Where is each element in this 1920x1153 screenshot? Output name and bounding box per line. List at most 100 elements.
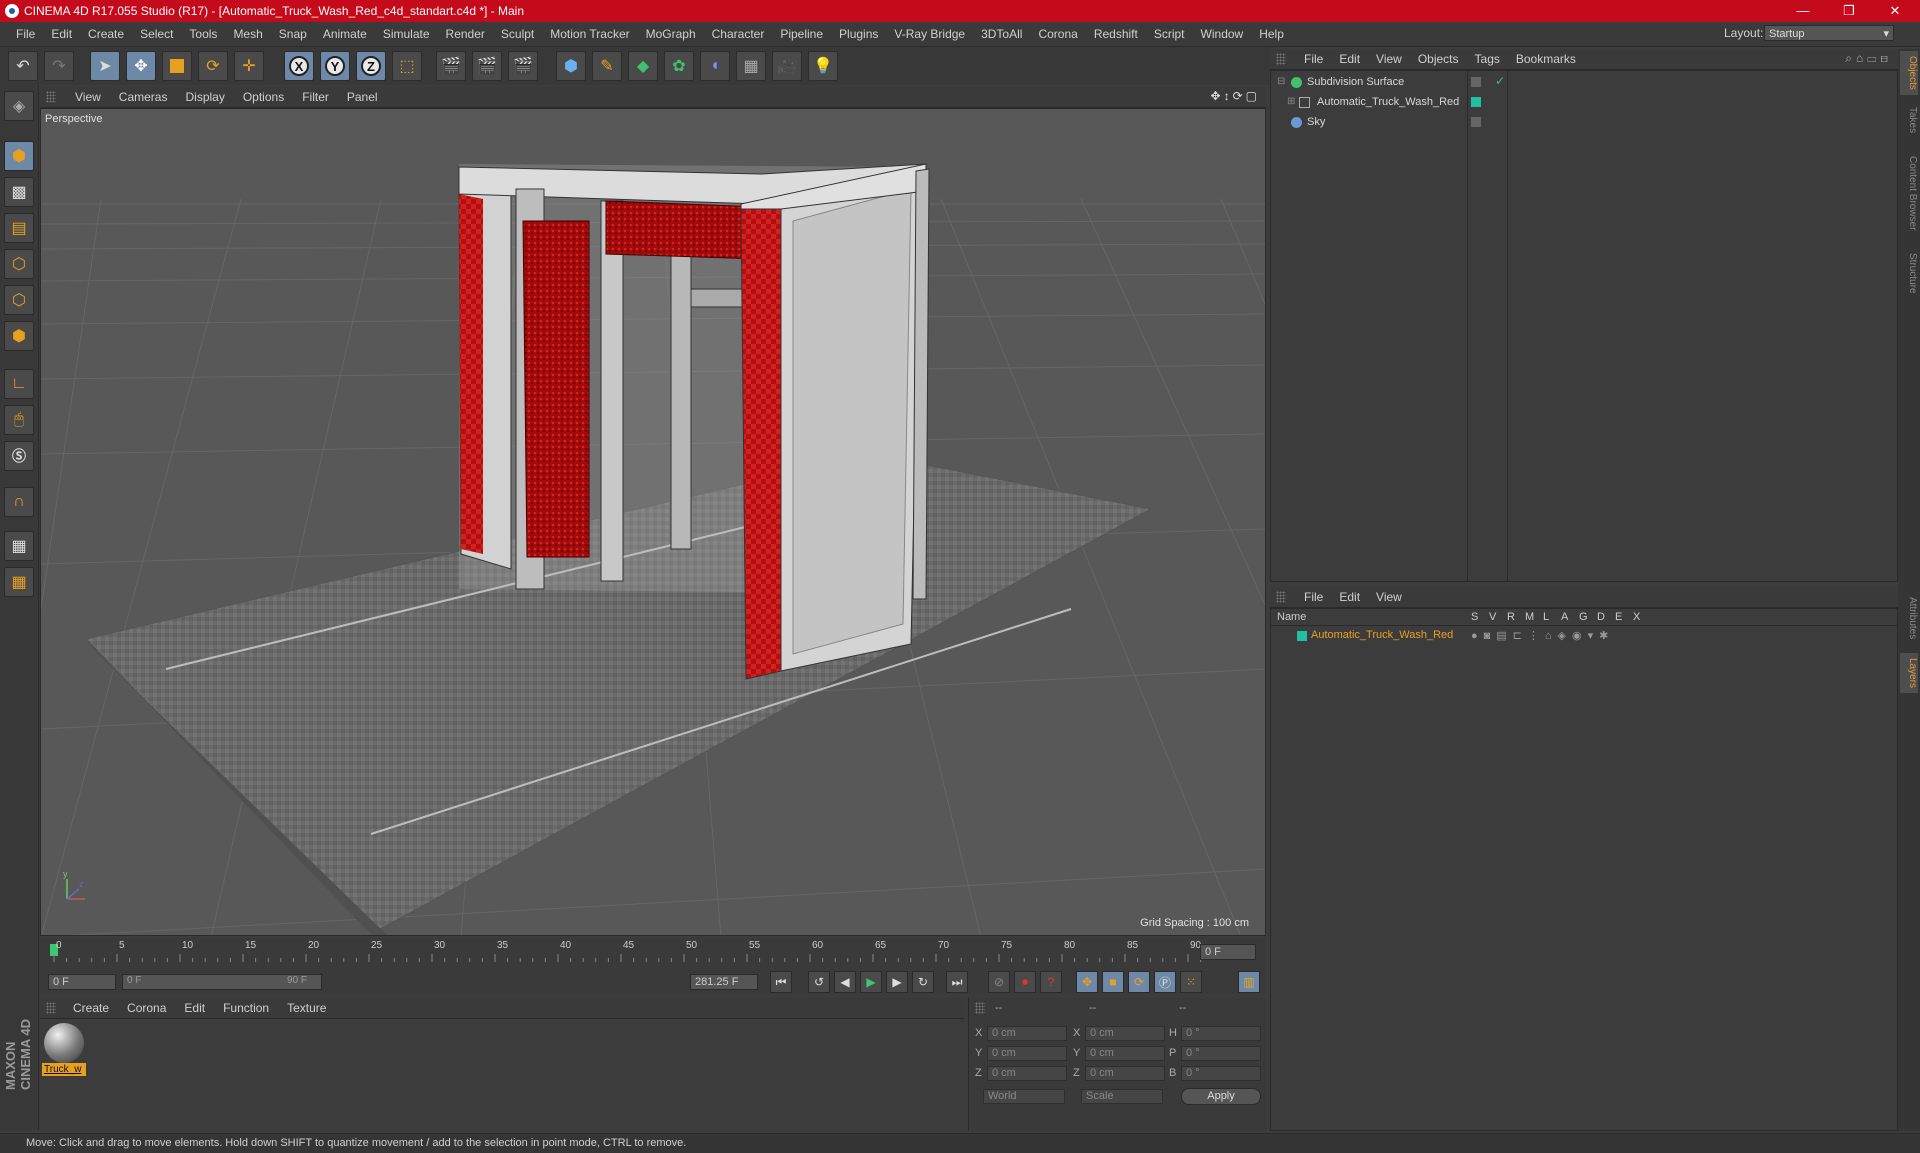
tab-takes[interactable]: Takes <box>1900 103 1918 137</box>
previous-key-icon[interactable]: ↺ <box>808 971 830 993</box>
layer-name[interactable]: Automatic_Truck_Wash_Red <box>1311 629 1453 641</box>
viewport-navigation-icons[interactable]: ✥↕⟳▢ <box>1211 89 1260 103</box>
menu-motion-tracker[interactable]: Motion Tracker <box>542 27 637 41</box>
key-scale-icon[interactable]: ■ <box>1102 971 1124 993</box>
lm-menu-edit[interactable]: Edit <box>1331 590 1368 604</box>
position-z-field[interactable]: 0 cm <box>987 1066 1067 1081</box>
record-keys-icon[interactable]: ⊘ <box>988 971 1010 993</box>
viewport-menu-view[interactable]: View <box>66 90 110 104</box>
previous-frame-icon[interactable]: ◀ <box>834 971 856 993</box>
size-x-field[interactable]: 0 cm <box>1085 1026 1165 1041</box>
panel-grip-icon[interactable] <box>46 91 56 103</box>
menu-help[interactable]: Help <box>1251 27 1292 41</box>
om-menu-view[interactable]: View <box>1368 52 1410 66</box>
autokey-icon[interactable]: ⏺ <box>1014 971 1036 993</box>
viewport-menu-options[interactable]: Options <box>234 90 293 104</box>
size-mode-dropdown[interactable]: Scale <box>1081 1089 1163 1104</box>
coordinate-system-icon[interactable]: ⬚ <box>392 51 422 81</box>
3d-viewport[interactable]: y z Perspective Grid Spacing : 100 cm <box>40 108 1266 936</box>
timeline-ruler[interactable]: 0 5 10 15 20 25 30 35 40 45 50 55 60 65 70 75 80 85 90 0 F <box>40 938 1266 970</box>
menu-tools[interactable]: Tools <box>181 27 225 41</box>
menu-window[interactable]: Window <box>1193 27 1252 41</box>
minimize-button[interactable]: — <box>1780 0 1826 22</box>
apply-button[interactable]: Apply <box>1181 1088 1261 1105</box>
material-menu-texture[interactable]: Texture <box>278 1001 335 1015</box>
menu-redshift[interactable]: Redshift <box>1086 27 1146 41</box>
size-y-field[interactable]: 0 cm <box>1085 1046 1165 1061</box>
layer-color-icon[interactable] <box>1471 97 1481 107</box>
viewport-menu-filter[interactable]: Filter <box>293 90 338 104</box>
keyframe-selection-icon[interactable]: ? <box>1040 971 1062 993</box>
viewport-menu-display[interactable]: Display <box>176 90 233 104</box>
menu-plugins[interactable]: Plugins <box>831 27 886 41</box>
rotation-h-field[interactable]: 0 ° <box>1181 1026 1261 1041</box>
material-menu-function[interactable]: Function <box>214 1001 278 1015</box>
menu-create[interactable]: Create <box>80 27 132 41</box>
deformer-icon[interactable]: ◖ <box>700 51 730 81</box>
key-pla-icon[interactable]: ⁙ <box>1180 971 1202 993</box>
render-picture-viewer-icon[interactable]: 🎬 <box>472 51 502 81</box>
layer-slot-icon[interactable] <box>1471 77 1481 87</box>
menu-simulate[interactable]: Simulate <box>375 27 438 41</box>
redo-icon[interactable]: ↷ <box>44 51 74 81</box>
expand-icon[interactable]: ⊞ <box>1287 96 1295 107</box>
y-axis-lock[interactable]: Y <box>320 51 350 81</box>
position-y-field[interactable]: 0 cm <box>987 1046 1067 1061</box>
menu-vray-bridge[interactable]: V-Ray Bridge <box>886 27 973 41</box>
rotation-p-field[interactable]: 0 ° <box>1181 1046 1261 1061</box>
om-menu-objects[interactable]: Objects <box>1410 52 1467 66</box>
camera-icon[interactable]: 🎥 <box>772 51 802 81</box>
layer-toggle-icons[interactable]: ●◙▤⊏⋮⌂◈◉▾✱ <box>1471 629 1614 642</box>
next-key-icon[interactable]: ↻ <box>912 971 934 993</box>
floor-scene-icon[interactable]: ▦ <box>736 51 766 81</box>
tab-content-browser[interactable]: Content Browser <box>1900 145 1918 241</box>
snapping-icon[interactable]: ∩ <box>4 487 34 517</box>
scale-tool-icon[interactable] <box>162 51 192 81</box>
material-menu-edit[interactable]: Edit <box>175 1001 214 1015</box>
maximize-button[interactable]: ❐ <box>1826 0 1872 22</box>
axis-mode-icon[interactable]: ∟ <box>4 369 34 399</box>
render-view-icon[interactable]: 🎬 <box>436 51 466 81</box>
om-menu-bookmarks[interactable]: Bookmarks <box>1508 52 1584 66</box>
position-x-field[interactable]: 0 cm <box>987 1026 1067 1041</box>
enabled-check-icon[interactable]: ✓ <box>1495 74 1505 88</box>
end-frame-field[interactable]: 281.25 F <box>690 974 758 990</box>
tab-objects[interactable]: Objects <box>1900 51 1918 95</box>
mograph-cloner-icon[interactable]: ✿ <box>664 51 694 81</box>
viewport-camera-label[interactable]: Perspective <box>45 113 102 125</box>
layer-row[interactable]: Automatic_Truck_Wash_Red ●◙▤⊏⋮⌂◈◉▾✱ <box>1271 628 1897 644</box>
preview-range-slider[interactable]: 0 F 90 F <box>122 974 322 990</box>
layer-slot-icon[interactable] <box>1471 117 1481 127</box>
menu-3dtoall[interactable]: 3DToAll <box>973 27 1030 41</box>
menu-character[interactable]: Character <box>704 27 773 41</box>
viewport-menu-cameras[interactable]: Cameras <box>110 90 177 104</box>
material-menu-create[interactable]: Create <box>64 1001 118 1015</box>
move-tool-icon[interactable]: ✥ <box>126 51 156 81</box>
go-to-start-icon[interactable]: ⏮ <box>770 971 792 993</box>
go-to-end-icon[interactable]: ⏭ <box>946 971 968 993</box>
tab-layers[interactable]: Layers <box>1900 653 1918 693</box>
object-row-subdivision-surface[interactable]: ⊟ Subdivision Surface ✓ <box>1271 74 1897 92</box>
workplane-align-icon[interactable]: ▦ <box>4 567 34 597</box>
tab-structure[interactable]: Structure <box>1900 245 1918 301</box>
current-frame-field[interactable]: 0 F <box>1200 944 1256 960</box>
model-mode-icon[interactable]: ⬢ <box>4 141 34 171</box>
collapse-icon[interactable]: ⊟ <box>1277 76 1285 87</box>
menu-pipeline[interactable]: Pipeline <box>772 27 831 41</box>
points-mode-icon[interactable]: ⬡ <box>4 249 34 279</box>
menu-sculpt[interactable]: Sculpt <box>493 27 542 41</box>
x-axis-lock[interactable]: X <box>284 51 314 81</box>
select-tool-icon[interactable]: ➤ <box>90 51 120 81</box>
key-position-icon[interactable]: ✥ <box>1076 971 1098 993</box>
panel-grip-icon[interactable] <box>1276 53 1286 65</box>
menu-select[interactable]: Select <box>132 27 181 41</box>
close-button[interactable]: ✕ <box>1872 0 1918 22</box>
render-settings-icon[interactable]: 🎬 <box>508 51 538 81</box>
object-row-sky[interactable]: Sky <box>1271 114 1897 132</box>
om-search-home-icons[interactable]: ⌕⌂▭⊟ <box>1845 51 1892 66</box>
start-frame-field[interactable]: 0 F <box>48 974 116 990</box>
coordinate-space-dropdown[interactable]: World <box>983 1089 1065 1104</box>
tweak-mode-icon[interactable]: 🖱 <box>4 405 34 435</box>
spline-pen-icon[interactable]: ✎ <box>592 51 622 81</box>
texture-mode-icon[interactable]: ▩ <box>4 177 34 207</box>
